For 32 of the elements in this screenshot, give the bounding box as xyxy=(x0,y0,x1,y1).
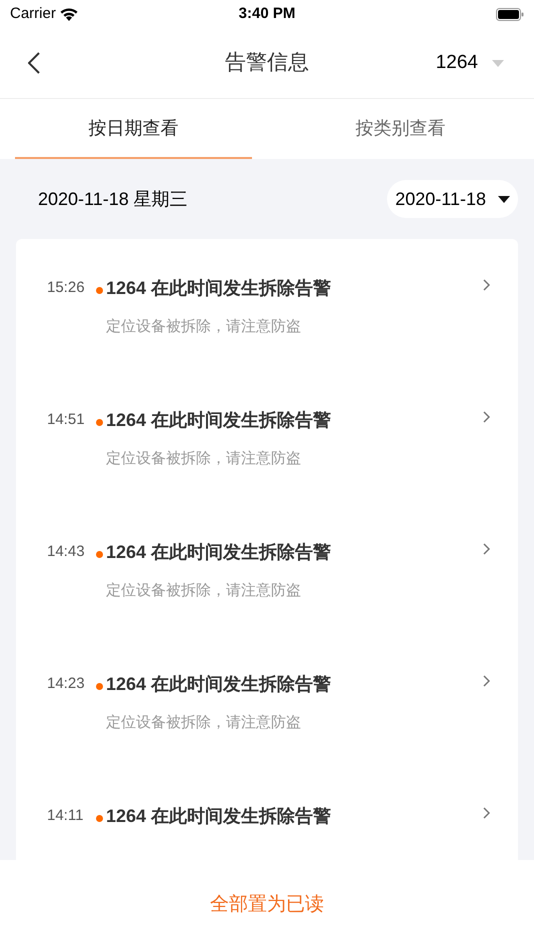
wifi-icon xyxy=(60,8,78,20)
chevron-right-icon xyxy=(483,807,490,819)
date-picker[interactable]: 2020-11-18 xyxy=(387,180,518,218)
date-label: 2020-11-18 星期三 xyxy=(38,188,188,210)
caret-icon xyxy=(492,60,504,66)
alert-title: 1264 在此时间发生拆除告警 xyxy=(106,409,332,432)
battery-icon xyxy=(496,8,524,20)
device-dropdown[interactable]: 1264 xyxy=(436,48,504,78)
alert-time: 14:43 xyxy=(47,542,86,562)
alert-message: 定位设备被拆除，请注意防盗 xyxy=(106,581,302,601)
back-icon xyxy=(28,52,40,74)
alert-title: 1264 在此时间发生拆除告警 xyxy=(106,541,332,564)
carrier-label: Carrier xyxy=(10,4,56,24)
caret-icon xyxy=(498,196,510,202)
alert-title: 1264 在此时间发生拆除告警 xyxy=(106,673,332,696)
alert-title: 1264 在此时间发生拆除告警 xyxy=(106,277,332,300)
tab[interactable]: 按类别查看 xyxy=(282,99,519,159)
chevron-right-icon xyxy=(483,675,490,687)
alert-message: 定位设备被拆除，请注意防盗 xyxy=(106,713,302,733)
alert-message: 定位设备被拆除，请注意防盗 xyxy=(106,317,302,337)
tab[interactable]: 按日期查看 xyxy=(15,99,252,159)
alert-time: 14:23 xyxy=(47,674,86,694)
page-title: 告警信息 xyxy=(225,50,309,76)
chevron-right-icon xyxy=(483,279,490,291)
status-time: 3:40 PM xyxy=(238,4,296,24)
chevron-right-icon xyxy=(483,543,490,555)
alert-time: 14:51 xyxy=(47,410,86,430)
alert-message: 定位设备被拆除，请注意防盗 xyxy=(106,449,302,469)
alert-title: 1264 在此时间发生拆除告警 xyxy=(106,805,332,828)
alert-time: 15:26 xyxy=(47,278,86,298)
chevron-right-icon xyxy=(483,411,490,423)
alert-time: 14:11 xyxy=(47,806,84,826)
